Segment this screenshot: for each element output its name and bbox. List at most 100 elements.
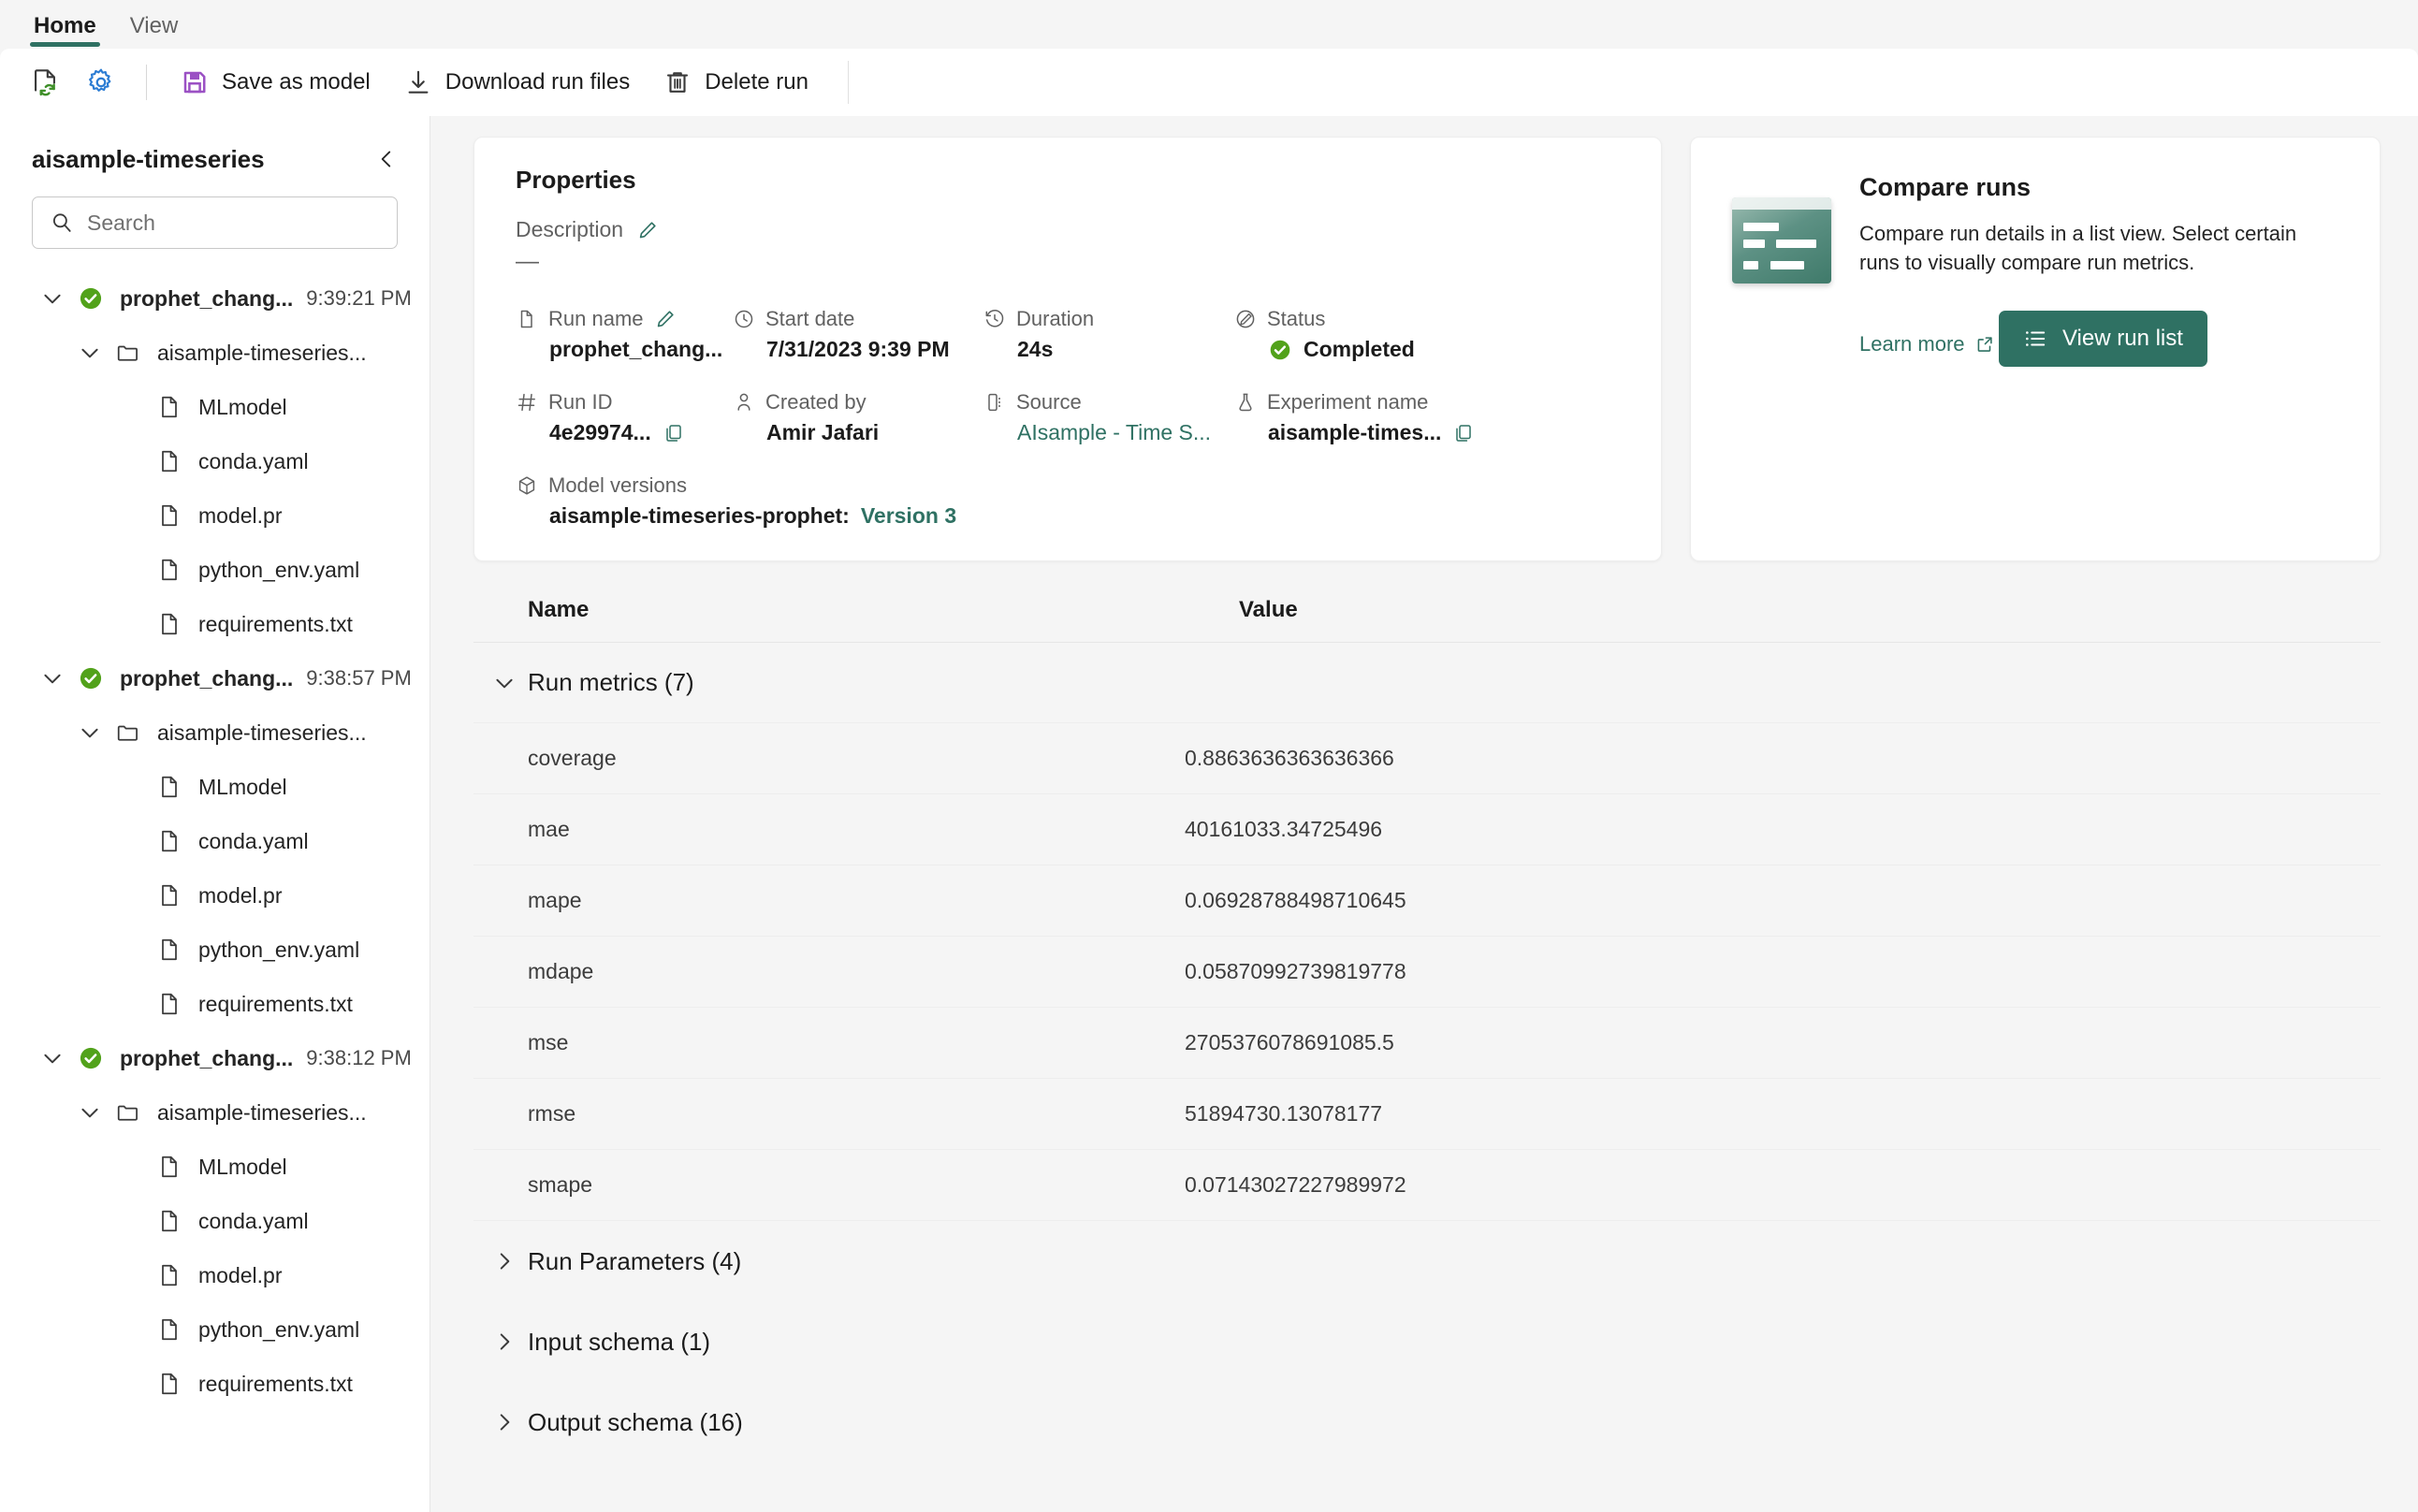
metric-name: mae [528, 817, 570, 841]
check-circle-icon [73, 665, 109, 691]
chevron-down-icon[interactable] [32, 1046, 73, 1070]
learn-more-label: Learn more [1859, 332, 1965, 356]
chevron-down-icon[interactable] [32, 286, 73, 311]
tree-run-item[interactable]: prophet_chang... 9:39:21 PM [0, 271, 430, 326]
table-section-header[interactable]: Run Parameters (4) [473, 1221, 2381, 1301]
tree-folder-item[interactable]: aisample-timeseries... [0, 1085, 430, 1140]
chevron-right-icon[interactable] [473, 1330, 528, 1354]
properties-card: Properties Description — Run name prophet… [473, 137, 1662, 561]
property-label-row: Experiment name [1234, 390, 1485, 414]
tree-file-item[interactable]: model.pr [0, 488, 430, 543]
tree-folder-item[interactable]: aisample-timeseries... [0, 705, 430, 760]
table-row: mse 2705376078691085.5 [473, 1008, 2381, 1079]
property-value-text: 4e29974... [549, 420, 651, 444]
file-icon [152, 611, 187, 637]
sidebar-header: aisample-timeseries [0, 116, 430, 191]
sidebar-collapse-button[interactable] [368, 140, 405, 178]
search-box[interactable] [32, 196, 398, 249]
chevron-down-icon[interactable] [473, 671, 528, 695]
tree-file-item[interactable]: requirements.txt [0, 1357, 430, 1411]
tree-file-item[interactable]: python_env.yaml [0, 1302, 430, 1357]
copy-icon[interactable] [663, 422, 685, 444]
tree-item-label: python_env.yaml [198, 1316, 360, 1342]
description-edit-pencil-icon[interactable] [636, 219, 659, 241]
tree-folder-item[interactable]: aisample-timeseries... [0, 326, 430, 380]
tab-home[interactable]: Home [21, 11, 109, 49]
tree-file-item[interactable]: conda.yaml [0, 814, 430, 868]
table-row: mae 40161033.34725496 [473, 794, 2381, 865]
table-section-header[interactable]: Run metrics (7) [473, 643, 2381, 723]
property-value: prophet_chang... [549, 337, 733, 362]
tab-view[interactable]: View [117, 11, 192, 49]
save-as-model-button[interactable]: Save as model [166, 58, 386, 107]
chevron-right-icon[interactable] [473, 1249, 528, 1273]
file-icon [152, 882, 187, 909]
property-label: Run ID [548, 390, 613, 414]
tree-run-item[interactable]: prophet_chang... 9:38:57 PM [0, 651, 430, 705]
refresh-button[interactable] [19, 58, 71, 107]
tree-item-label: requirements.txt [198, 611, 353, 636]
property-value[interactable]: AIsample - Time S... [1017, 420, 1234, 445]
tree-file-item[interactable]: model.pr [0, 868, 430, 923]
save-floppy-icon [181, 68, 209, 96]
run-file-tree[interactable]: prophet_chang... 9:39:21 PM aisample-times… [0, 262, 430, 1512]
sidebar-title: aisample-timeseries [32, 144, 265, 173]
flask-icon [1234, 391, 1257, 414]
delete-run-button[interactable]: Delete run [648, 58, 823, 107]
chevron-down-icon[interactable] [69, 720, 110, 745]
chevron-down-icon[interactable] [69, 1100, 110, 1125]
description-label: Description [516, 217, 624, 241]
tree-file-item[interactable]: MLmodel [0, 1140, 430, 1194]
compare-runs-description: Compare run details in a list view. Sele… [1859, 222, 2297, 275]
file-icon [152, 1262, 187, 1288]
metric-name: mse [528, 1030, 569, 1054]
copy-icon[interactable] [1452, 422, 1475, 444]
property-source: Source AIsample - Time S... [983, 390, 1234, 445]
property-value-text: aisample-timeseries-prophet: [549, 503, 850, 528]
chevron-down-icon[interactable] [32, 666, 73, 691]
tree-file-item[interactable]: python_env.yaml [0, 923, 430, 977]
tree-file-item[interactable]: MLmodel [0, 760, 430, 814]
tree-file-item[interactable]: python_env.yaml [0, 543, 430, 597]
file-icon [152, 937, 187, 963]
view-run-list-button[interactable]: View run list [1998, 311, 2207, 368]
cards-row: Properties Description — Run name prophet… [473, 137, 2381, 561]
trash-icon [663, 68, 692, 96]
table-section-header[interactable]: Output schema (16) [473, 1382, 2381, 1462]
settings-button[interactable] [75, 58, 127, 107]
property-label-row: Model versions [516, 473, 733, 498]
metric-value: 0.8863636363636366 [1185, 746, 1394, 770]
file-icon [152, 394, 187, 420]
property-value: 7/31/2023 9:39 PM [766, 337, 983, 362]
server-icon [983, 391, 1006, 414]
chevron-down-icon[interactable] [69, 341, 110, 365]
tree-file-item[interactable]: requirements.txt [0, 977, 430, 1031]
tree-run-item[interactable]: prophet_chang... 9:38:12 PM [0, 1031, 430, 1085]
model-version-link[interactable]: Version 3 [861, 503, 956, 529]
property-label: Experiment name [1267, 390, 1429, 414]
tree-file-item[interactable]: model.pr [0, 1248, 430, 1302]
table-header-row: Name Value [473, 597, 2381, 643]
view-run-list-label: View run list [2061, 326, 2183, 352]
pencil-icon[interactable] [654, 308, 677, 330]
property-value: Completed [1268, 337, 1485, 362]
download-run-files-button[interactable]: Download run files [389, 58, 645, 107]
tree-item-label: python_env.yaml [198, 557, 360, 582]
tree-file-item[interactable]: MLmodel [0, 380, 430, 434]
search-input[interactable] [87, 210, 380, 236]
search-icon [50, 211, 74, 235]
metrics-table: Name Value Run metrics (7) coverage 0.8863… [473, 597, 2381, 1512]
property-label-row: Start date [733, 307, 983, 331]
external-link-icon [1974, 334, 1995, 355]
property-value-text: 7/31/2023 9:39 PM [766, 337, 950, 361]
learn-more-link[interactable]: Learn more [1859, 332, 1995, 356]
chevron-right-icon[interactable] [473, 1410, 528, 1434]
property-run-name: Run name prophet_chang... [516, 307, 733, 362]
tree-item-timestamp: 9:39:21 PM [306, 286, 412, 310]
table-section-header[interactable]: Input schema (1) [473, 1301, 2381, 1382]
property-value-text: 24s [1017, 337, 1054, 361]
tree-file-item[interactable]: conda.yaml [0, 1194, 430, 1248]
tree-file-item[interactable]: requirements.txt [0, 597, 430, 651]
tree-file-item[interactable]: conda.yaml [0, 434, 430, 488]
delete-run-label: Delete run [705, 69, 808, 94]
